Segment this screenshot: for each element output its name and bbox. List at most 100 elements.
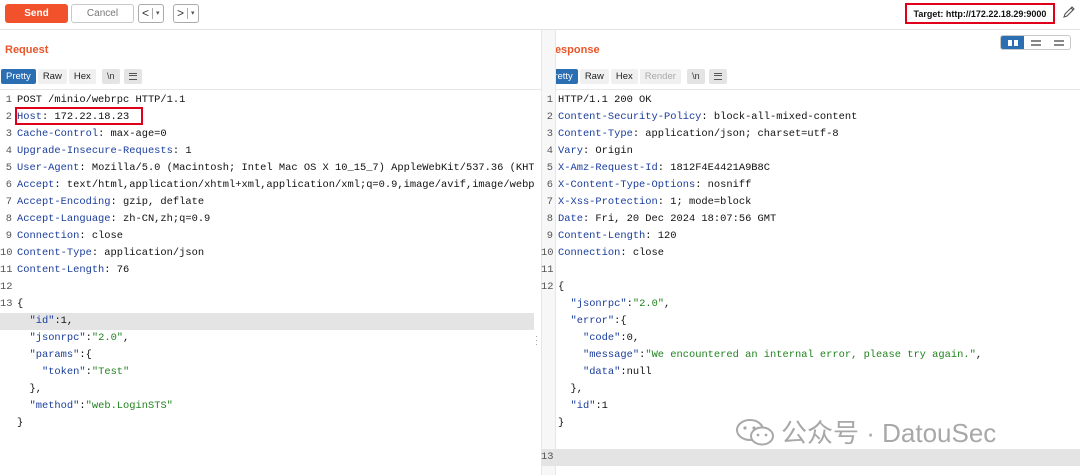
code-line[interactable]: }, [541, 381, 1080, 398]
code-line[interactable]: "data":null [541, 364, 1080, 381]
code-line[interactable]: 2 Content-Security-Policy: block-all-mixe… [541, 109, 1080, 126]
code-line[interactable]: "error":{ [541, 313, 1080, 330]
line-number: 9 [5, 230, 12, 242]
code-line[interactable]: 3 Cache-Control: max-age=0 [0, 126, 534, 143]
code-line[interactable]: 12 { [541, 279, 1080, 296]
tab-pretty[interactable]: Pretty [1, 68, 36, 84]
menu-button[interactable] [708, 68, 727, 84]
code-line[interactable]: 7 X-Xss-Protection: 1; mode=block [541, 194, 1080, 211]
cancel-button[interactable]: Cancel [71, 4, 134, 23]
tab-hex[interactable]: Hex [610, 68, 638, 84]
code-line[interactable]: "token":"Test" [0, 364, 534, 381]
pencil-icon[interactable] [1062, 5, 1076, 19]
history-back-group[interactable]: < ▾ [138, 4, 164, 23]
code-text: HTTP/1.1 200 OK [558, 94, 652, 106]
code-line[interactable]: 4 Vary: Origin [541, 143, 1080, 160]
code-line[interactable]: 9 Content-Length: 120 [541, 228, 1080, 245]
tab-raw[interactable]: Raw [579, 68, 609, 84]
code-key: "error" [570, 315, 615, 327]
history-forward-group[interactable]: > ▾ [173, 4, 199, 23]
horizontal-view-icon[interactable] [1024, 36, 1047, 49]
code-line[interactable]: }, [0, 381, 534, 398]
tab-render[interactable]: Render [639, 68, 681, 84]
divider [0, 89, 1080, 90]
response-editor[interactable]: 1 HTTP/1.1 200 OK 2 Content-Security-Policy… [541, 92, 1080, 466]
code-line[interactable]: } [0, 415, 534, 432]
back-arrow-icon[interactable]: < [139, 5, 152, 22]
code-line[interactable]: "code":0, [541, 330, 1080, 347]
line-text: Connection: close [558, 245, 664, 262]
code-key: "message" [582, 349, 640, 361]
code-line[interactable]: "id":1, [0, 313, 534, 330]
code-line[interactable]: 10 Content-Type: application/json [0, 245, 534, 262]
code-line[interactable]: 5 X-Amz-Request-Id: 1812F4E4421A9B8C [541, 160, 1080, 177]
code-line[interactable]: "message":"We encountered an internal er… [541, 347, 1080, 364]
newline-toggle-button[interactable]: \n [686, 68, 705, 84]
code-text: : 120 [645, 230, 677, 242]
line-number: 2 [546, 111, 553, 123]
code-line[interactable]: 11 [541, 262, 1080, 279]
code-text: : Fri, 20 Dec 2024 18:07:56 GMT [582, 213, 777, 225]
code-key: "id" [570, 400, 596, 412]
code-line[interactable]: "jsonrpc":"2.0", [541, 296, 1080, 313]
code-key: Date [558, 213, 583, 225]
line-number: 1 [5, 94, 12, 106]
code-line[interactable]: 12 [0, 279, 534, 296]
code-line[interactable]: 6 Accept: text/html,application/xhtml+xml… [0, 177, 534, 194]
code-line[interactable]: 13 [541, 449, 1080, 466]
target-label[interactable]: Target: http://172.22.18.29:9000 [905, 3, 1055, 24]
code-line[interactable]: 6 X-Content-Type-Options: nosniff [541, 177, 1080, 194]
line-text: Content-Type: application/json [17, 245, 204, 262]
chevron-down-icon[interactable]: ▾ [188, 5, 198, 22]
line-text: "jsonrpc":"2.0", [558, 296, 670, 313]
line-number: 4 [5, 145, 12, 157]
menu-button[interactable] [123, 68, 142, 84]
code-line[interactable]: "jsonrpc":"2.0", [0, 330, 534, 347]
code-text: POST /minio/webrpc HTTP/1.1 [17, 94, 186, 106]
chevron-down-icon[interactable]: ▾ [153, 5, 163, 22]
code-line[interactable]: 8 Accept-Language: zh-CN,zh;q=0.9 [0, 211, 534, 228]
code-line[interactable]: "method":"web.LoginSTS" [0, 398, 534, 415]
code-line[interactable]: 3 Content-Type: application/json; charset… [541, 126, 1080, 143]
tab-hex[interactable]: Hex [68, 68, 96, 84]
newline-toggle-button[interactable]: \n [101, 68, 120, 84]
send-button[interactable]: Send [5, 4, 68, 23]
code-text: : application/json [91, 247, 205, 259]
code-line[interactable]: 9 Connection: close [0, 228, 534, 245]
forward-arrow-icon[interactable]: > [174, 5, 187, 22]
code-key: "code" [582, 332, 621, 344]
code-line[interactable]: 7 Accept-Encoding: gzip, deflate [0, 194, 534, 211]
request-editor[interactable]: 1 POST /minio/webrpc HTTP/1.1 2 Host: 172.2… [0, 92, 534, 432]
code-text: , [123, 332, 130, 344]
line-number: 3 [5, 128, 12, 140]
line-text: Content-Type: application/json; charset=… [558, 126, 839, 143]
code-line[interactable]: 10 Connection: close [541, 245, 1080, 262]
line-number [0, 347, 12, 364]
single-view-icon[interactable] [1047, 36, 1070, 49]
line-text: HTTP/1.1 200 OK [558, 92, 652, 109]
code-line[interactable]: 13 { [0, 296, 534, 313]
line-number: 5 [5, 162, 12, 174]
line-number: 8 [5, 213, 12, 225]
code-line[interactable]: "params":{ [0, 347, 534, 364]
split-view-icon[interactable] [1001, 36, 1024, 49]
line-number: 1 [546, 94, 553, 106]
line-number: 4 [546, 145, 553, 157]
code-line[interactable]: 5 User-Agent: Mozilla/5.0 (Macintosh; Int… [0, 160, 534, 177]
code-key: "data" [582, 366, 621, 378]
code-line[interactable]: 8 Date: Fri, 20 Dec 2024 18:07:56 GMT [541, 211, 1080, 228]
code-line[interactable]: 11 Content-Length: 76 [0, 262, 534, 279]
tab-raw[interactable]: Raw [37, 68, 67, 84]
code-line[interactable]: 4 Upgrade-Insecure-Requests: 1 [0, 143, 534, 160]
drag-handle-icon[interactable]: · · · [535, 332, 539, 349]
code-line[interactable]: 1 HTTP/1.1 200 OK [541, 92, 1080, 109]
watermark-text: 公众号 · DatouSec [781, 418, 997, 448]
line-text: Accept-Encoding: gzip, deflate [17, 194, 204, 211]
line-text: Accept-Language: zh-CN,zh;q=0.9 [17, 211, 210, 228]
code-key: X-Xss-Protection [558, 196, 658, 208]
layout-toggle[interactable] [1000, 35, 1071, 50]
code-key: "params" [29, 349, 80, 361]
